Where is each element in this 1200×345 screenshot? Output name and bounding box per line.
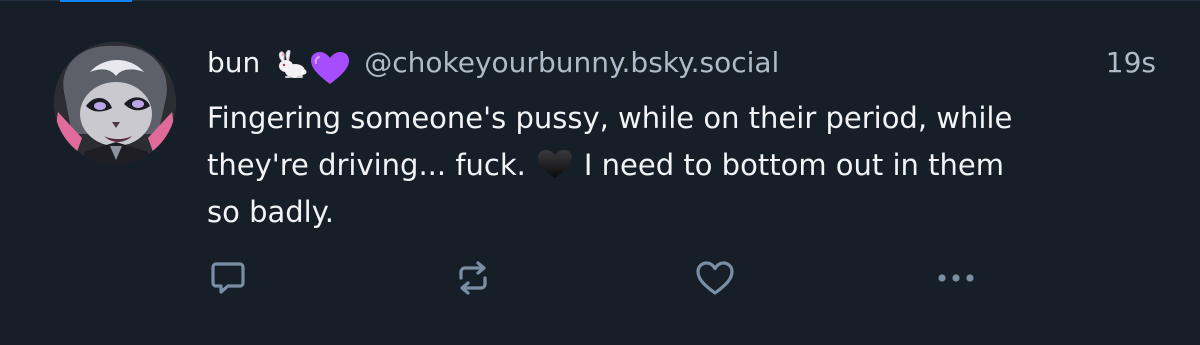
purple-heart-emoji-icon — [311, 52, 350, 84]
post-body: Fingering someone's pussy, while on thei… — [207, 95, 1167, 236]
post-text-line: so badly. — [207, 195, 334, 229]
post-timestamp[interactable]: 19s — [1106, 45, 1156, 81]
avatar-illustration — [54, 42, 176, 164]
post-header: bun @chokeyourbunny.bsky.social 19s — [207, 44, 1162, 84]
post-text-segment: they're driving... fuck. — [207, 148, 526, 182]
speech-bubble-icon — [211, 262, 245, 294]
post-text-segment: I need to bottom out in them — [583, 148, 1004, 182]
post[interactable]: bun @chokeyourbunny.bsky.social 19s Fing… — [0, 0, 1200, 345]
ellipsis-icon — [938, 274, 974, 282]
black-heart-emoji-icon — [538, 149, 572, 179]
heart-outline-icon — [696, 261, 734, 295]
like-button[interactable] — [692, 255, 738, 301]
feed-page: bun @chokeyourbunny.bsky.social 19s Fing… — [0, 0, 1200, 345]
author-handle[interactable]: @chokeyourbunny.bsky.social — [364, 45, 779, 81]
post-text-line: they're driving... fuck. I need to botto… — [207, 142, 1167, 189]
author-display-name[interactable]: bun — [207, 45, 260, 81]
post-text-line: Fingering someone's pussy, while on thei… — [207, 101, 1013, 135]
post-actions — [0, 255, 1200, 305]
rabbit-emoji-icon — [279, 50, 307, 78]
repost-button[interactable] — [450, 255, 496, 301]
repost-arrows-icon — [459, 261, 487, 295]
more-options-button[interactable] — [933, 255, 979, 301]
reply-button[interactable] — [205, 255, 251, 301]
author-avatar[interactable] — [54, 42, 176, 164]
